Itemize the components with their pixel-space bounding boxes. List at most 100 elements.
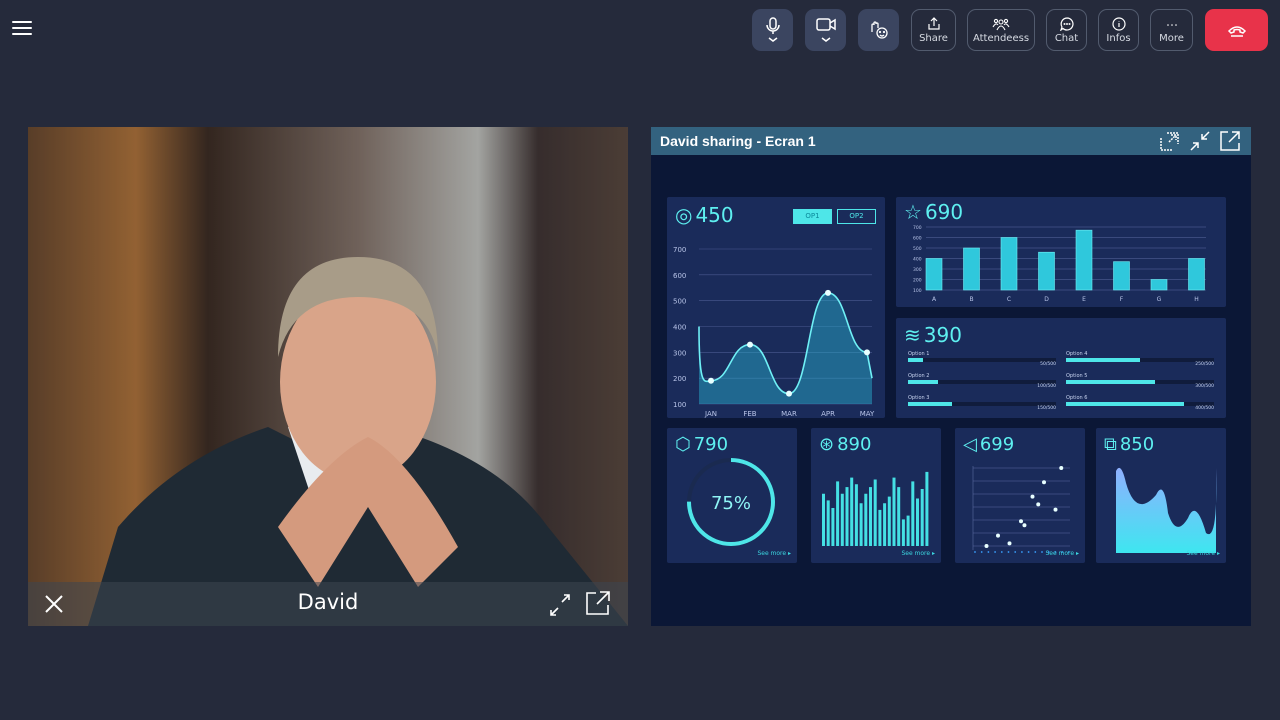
microphone-button[interactable] [752, 9, 793, 51]
collapse-icon[interactable] [1189, 130, 1211, 152]
camera-button[interactable] [805, 9, 846, 51]
participant-photo [28, 127, 628, 626]
hang-up-icon [1227, 26, 1246, 37]
chat-icon [1059, 16, 1074, 31]
screen-share[interactable]: David sharing - Ecran 1 ◎ 450 OP1 OP2 700… [651, 127, 1251, 626]
bar [925, 258, 943, 291]
progress-item: Option 1 50/500 [908, 351, 1056, 371]
histogram-bar [887, 496, 891, 546]
progress-item: Option 3 150/500 [908, 395, 1056, 415]
infos-label: Infos [1106, 32, 1131, 44]
histogram-bar [864, 493, 868, 546]
histogram-bar [850, 477, 854, 546]
y-tick-label: 200 [673, 375, 686, 383]
panel-progress: ≋ 390 Option 1 50/500 Option 2 100/500 Option… [896, 318, 1226, 418]
axis-dot [1000, 551, 1003, 553]
chat-button[interactable]: Chat [1046, 9, 1087, 51]
chat-label: Chat [1054, 32, 1079, 44]
attendees-label: Attendeess [972, 32, 1030, 44]
data-point [786, 390, 792, 397]
x-tick-label: F [1120, 296, 1124, 303]
data-point [825, 289, 831, 296]
pop-out-icon[interactable] [1219, 130, 1241, 152]
hang-up-button[interactable] [1205, 9, 1268, 51]
y-tick-label: 100 [913, 288, 922, 294]
histogram-bar [822, 493, 825, 546]
data-point [708, 377, 714, 384]
scatter-chart [972, 466, 1070, 553]
x-tick-label: G [1157, 296, 1162, 303]
progress-label: Option 1 [908, 351, 930, 357]
camera-icon [815, 18, 836, 42]
more-label: More [1159, 32, 1184, 44]
histogram-bar [831, 508, 835, 546]
pop-out-icon[interactable] [585, 590, 611, 616]
histogram-bar [892, 477, 896, 546]
y-tick-label: 400 [913, 257, 922, 263]
participant-name: David [297, 590, 359, 614]
area-series [1116, 467, 1217, 553]
bar [1188, 258, 1205, 291]
bar [1075, 229, 1093, 291]
bar [1000, 237, 1018, 291]
more-button[interactable]: More [1150, 9, 1193, 51]
progress-value: 250/500 [1195, 362, 1214, 367]
axis-dot [980, 551, 983, 553]
y-tick-label: 500 [673, 298, 686, 306]
data-point [864, 349, 870, 356]
panel-donut: ⬡ 790 75% See more ▸ [667, 428, 797, 563]
layers-icon: ≋ [904, 323, 921, 347]
x-tick-label: JAN [704, 410, 717, 418]
scatter-point [1042, 480, 1046, 485]
share-label: Share [919, 32, 948, 44]
share-title: David sharing - Ecran 1 [660, 133, 816, 149]
histogram-bar [911, 481, 915, 546]
x-tick-label: MAY [860, 410, 875, 418]
info-icon [1111, 16, 1126, 31]
histogram-bar [840, 493, 844, 546]
share-icon [927, 16, 940, 30]
histogram-bar [826, 500, 830, 546]
histogram-bar [897, 487, 901, 546]
y-tick-label: 300 [673, 349, 686, 357]
scatter-point [1022, 523, 1027, 528]
x-tick-label: MAR [781, 410, 797, 418]
expand-icon[interactable] [548, 594, 572, 616]
attendees-icon [992, 18, 1010, 30]
histogram-bar [836, 481, 840, 546]
histogram-bar [845, 487, 849, 546]
scatter-point [1007, 541, 1012, 546]
scatter-point [984, 544, 989, 548]
progress-label: Option 5 [1066, 373, 1088, 379]
histogram-bar [920, 489, 924, 546]
y-tick-label: 700 [913, 225, 922, 231]
histogram-bar [873, 479, 877, 546]
histogram-bar [854, 484, 858, 546]
progress-item: Option 2 100/500 [908, 373, 1056, 393]
progress-value: 150/500 [1037, 406, 1056, 411]
axis-dot [1014, 551, 1017, 553]
histogram-bar [916, 498, 919, 546]
x-tick-label: FEB [743, 410, 756, 418]
line-area [699, 292, 872, 404]
menu-button[interactable] [12, 21, 32, 37]
see-more-link: See more ▸ [757, 550, 791, 557]
see-more-link: See more ▸ [1045, 550, 1079, 557]
reactions-button[interactable] [858, 9, 899, 51]
fit-screen-icon[interactable] [1159, 130, 1181, 152]
y-tick-label: 500 [913, 246, 922, 252]
progress-value: 50/500 [1040, 362, 1056, 367]
infos-button[interactable]: Infos [1098, 9, 1139, 51]
panel-bar-chart: ☆ 690 700 600 500 400 300 200 100 A B C D E F G H [896, 197, 1226, 307]
x-tick-label: H [1194, 296, 1199, 303]
progress-label: Option 2 [908, 373, 930, 379]
share-button[interactable]: Share [911, 9, 956, 51]
share-header: David sharing - Ecran 1 [651, 127, 1251, 155]
axis-dot [1034, 551, 1037, 553]
participant-video[interactable]: David [28, 127, 628, 626]
progress-item: Option 4 250/500 [1066, 351, 1214, 371]
y-tick-label: 200 [913, 278, 922, 284]
attendees-button[interactable]: Attendeess [967, 9, 1035, 51]
bar [1038, 251, 1055, 291]
axis-dot [1041, 551, 1043, 553]
